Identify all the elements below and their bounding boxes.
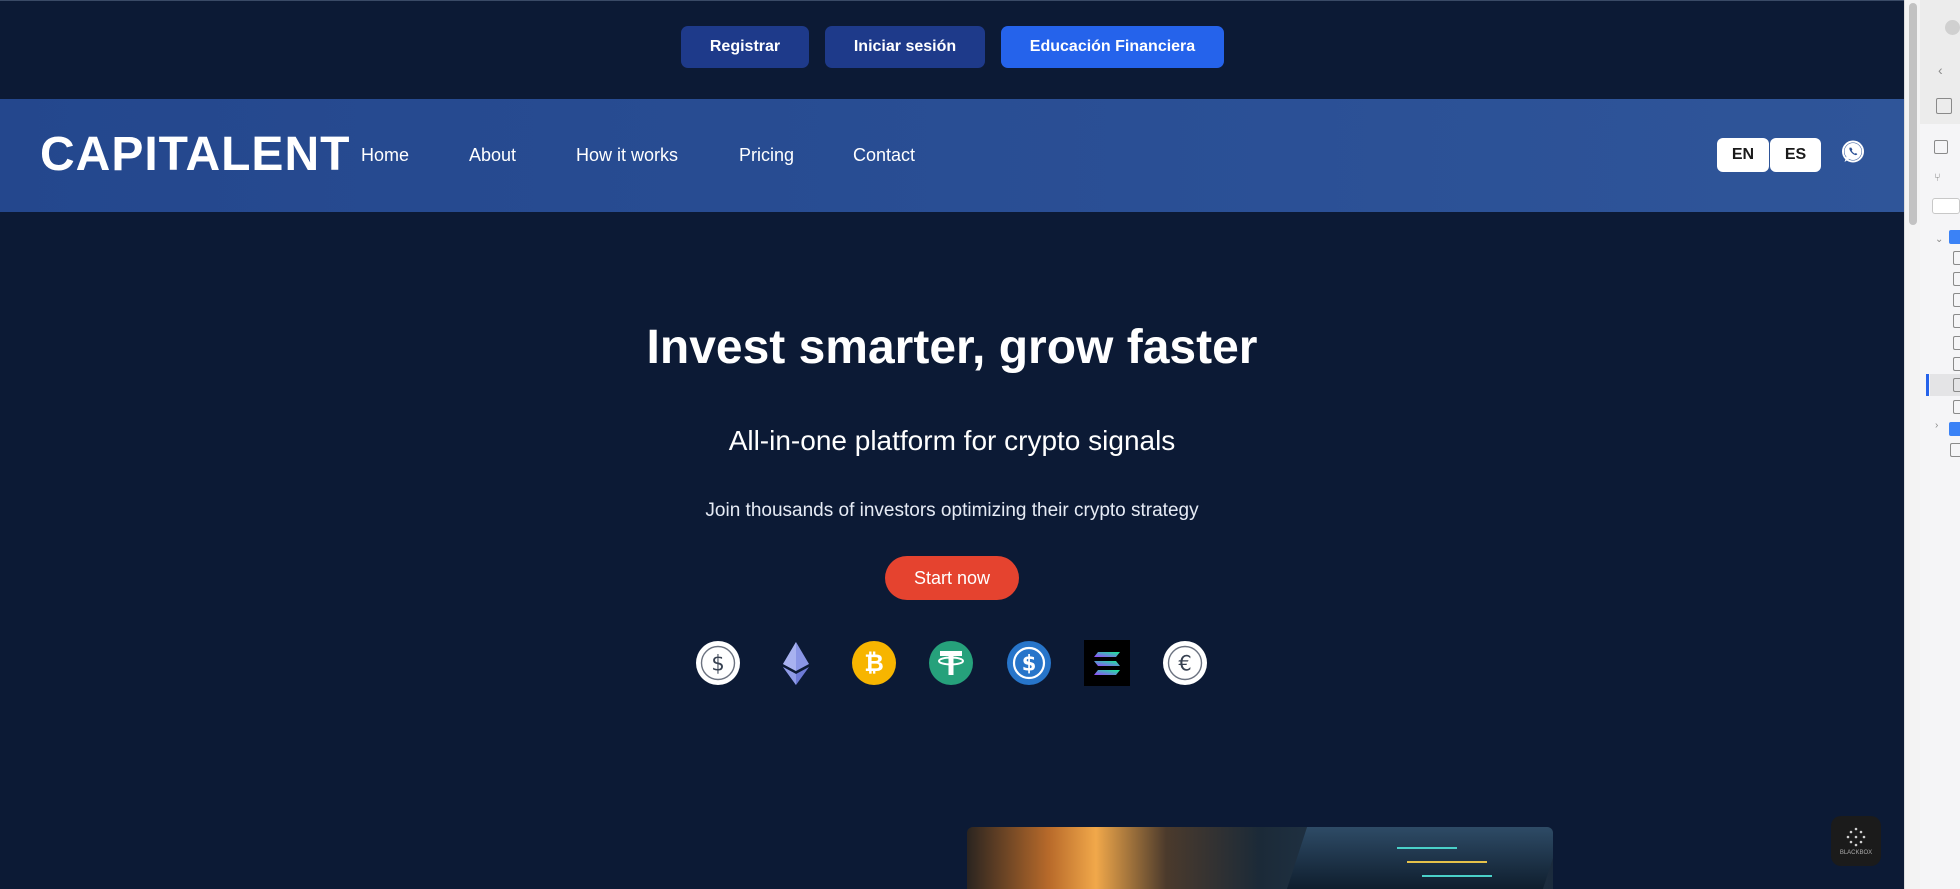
hero-subtitle: All-in-one platform for crypto signals [728,425,1176,456]
blackbox-label: BLACKBOX [1839,850,1873,856]
blackbox-logo-icon [1846,827,1866,847]
solana-icon [1084,640,1130,686]
language-en-button[interactable]: EN [1717,138,1769,172]
file-icon[interactable] [1950,443,1960,457]
start-now-button[interactable]: Start now [885,556,1019,600]
svg-text:$: $ [1022,652,1037,676]
bitcoin-icon: ₿ [852,641,896,685]
ethereum-icon [783,642,809,685]
file-icon[interactable] [1953,293,1960,307]
chevron-right-icon[interactable]: › [1935,420,1938,431]
nav-link-home[interactable]: Home [361,145,409,166]
euro-icon: € [1163,641,1207,685]
grid-icon[interactable] [1936,98,1952,114]
window-control-icon[interactable] [1945,20,1960,35]
usdc-icon: $ [1007,641,1051,685]
tether-icon [929,641,973,685]
register-button[interactable]: Registrar [681,26,809,68]
auth-bar: Registrar Iniciar sesión Educación Finan… [0,0,1904,99]
site-logo[interactable]: CAPITALENT [40,127,350,182]
folder-icon[interactable] [1949,230,1960,244]
login-button[interactable]: Iniciar sesión [825,26,985,68]
hero-title: Invest smarter, grow faster [646,321,1258,374]
financial-education-button[interactable]: Educación Financiera [1001,26,1224,68]
file-icon[interactable] [1953,251,1960,265]
panel-toggle-icon[interactable] [1934,140,1948,154]
svg-text:$: $ [711,652,724,676]
file-icon[interactable] [1953,336,1960,350]
branch-icon[interactable]: ⑂ [1934,172,1941,184]
svg-text:₿: ₿ [864,649,884,677]
back-arrow-icon[interactable]: ‹ [1938,62,1943,78]
language-es-button[interactable]: ES [1770,138,1821,172]
nav-link-contact[interactable]: Contact [853,145,915,166]
hero-description: Join thousands of investors optimizing t… [705,500,1199,521]
side-panel: ‹ ⑂ ⌄ › [1920,0,1960,889]
trading-photo [967,827,1553,889]
nav-link-about[interactable]: About [469,145,516,166]
file-icon[interactable] [1953,357,1960,371]
file-icon[interactable] [1953,378,1960,392]
blackbox-widget[interactable]: BLACKBOX [1831,816,1881,866]
page-scrollbar[interactable] [1904,0,1920,889]
file-icon[interactable] [1953,314,1960,328]
nav-link-how-it-works[interactable]: How it works [576,145,678,166]
scrollbar-thumb[interactable] [1909,3,1917,225]
active-file-indicator [1926,374,1929,396]
dollar-icon: $ [696,641,740,685]
svg-text:€: € [1178,652,1191,676]
chevron-down-icon[interactable]: ⌄ [1935,234,1943,245]
file-icon[interactable] [1953,400,1960,414]
file-icon[interactable] [1953,272,1960,286]
search-field[interactable] [1932,198,1960,214]
folder-icon[interactable] [1949,422,1960,436]
main-nav: CAPITALENT Home About How it works Prici… [0,99,1904,212]
nav-link-pricing[interactable]: Pricing [739,145,794,166]
whatsapp-icon[interactable] [1841,140,1865,164]
